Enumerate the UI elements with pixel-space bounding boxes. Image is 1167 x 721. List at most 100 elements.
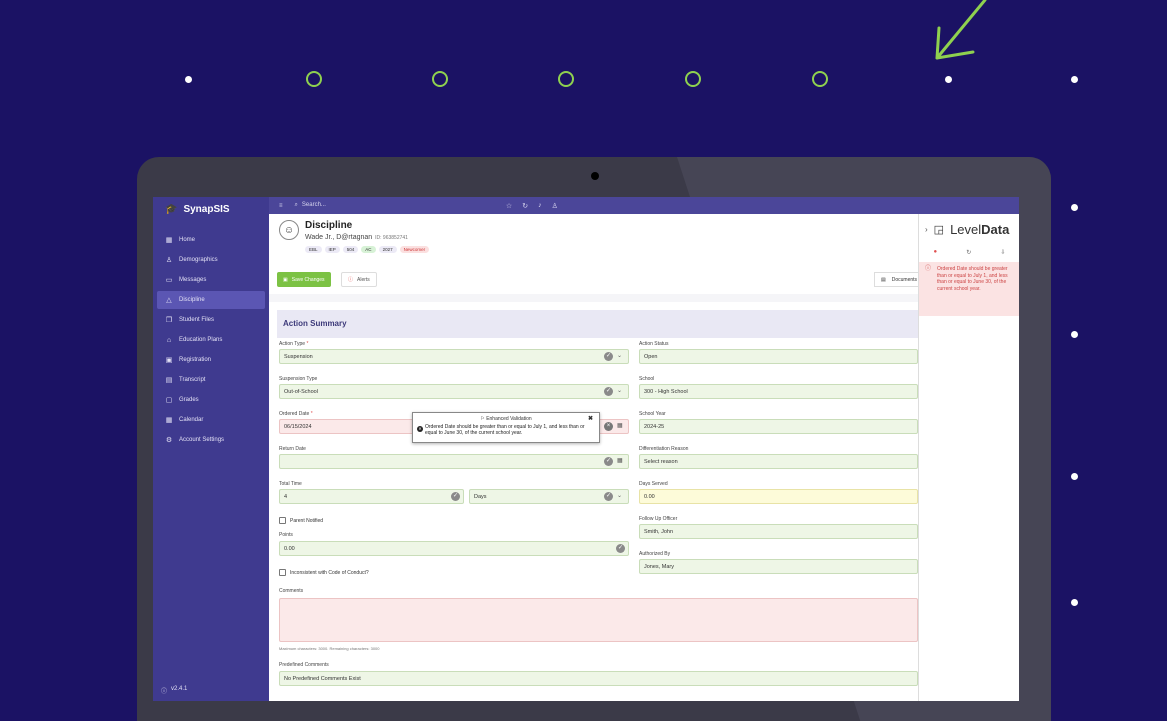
action-type-label: Action Type * [279, 341, 309, 347]
sidebar-item-label: Registration [179, 357, 212, 363]
hamburger-menu-icon[interactable]: ≡ [279, 203, 283, 209]
sidebar-item-messages[interactable]: ▭ Messages [157, 271, 265, 289]
star-icon[interactable]: ☆ [506, 202, 512, 210]
sidebar-item-student-files[interactable]: ❐ Student Files [157, 311, 265, 329]
files-icon: ❐ [165, 317, 173, 324]
sidebar-item-grades[interactable]: ▢ Grades [157, 391, 265, 409]
sidebar-item-transcript[interactable]: ▤ Transcript [157, 371, 265, 389]
close-icon[interactable]: ✖ [588, 415, 593, 422]
sidebar-item-education-plans[interactable]: ⌂ Education Plans [157, 331, 265, 349]
sidebar-item-registration[interactable]: ▣ Registration [157, 351, 265, 369]
follow-up-select[interactable]: Smith, John [639, 524, 918, 539]
panel-header: › ◲ LevelData [919, 214, 1019, 244]
sidebar-item-discipline[interactable]: △ Discipline [157, 291, 265, 309]
comments-textarea[interactable] [279, 598, 918, 642]
brand[interactable]: 🎓 SynapSIS [153, 197, 269, 221]
return-date-label: Return Date [279, 446, 306, 452]
badge-iep: IEP [324, 246, 340, 253]
alert-circle-icon: ⓘ [925, 266, 932, 272]
predefined-comments-label: Predefined Comments [279, 662, 329, 668]
decor-dot [1071, 599, 1078, 606]
app-screen: 🎓 SynapSIS ▦ Home ♙ Demographics ▭ Messages… [153, 197, 1019, 701]
clear-icon[interactable]: × [604, 422, 613, 431]
document-icon: ▤ [881, 276, 886, 283]
laptop-frame: 🎓 SynapSIS ▦ Home ♙ Demographics ▭ Messages… [137, 157, 1051, 721]
chevron-down-icon[interactable]: ⌄ [617, 352, 622, 359]
total-time-label: Total Time [279, 481, 302, 487]
briefcase-icon: ▣ [165, 357, 173, 364]
authorized-label: Authorized By [639, 551, 671, 557]
validation-icon: ⚐ [480, 416, 485, 422]
alert-circle-icon: ⓘ [348, 277, 354, 283]
parent-notified-label: Parent Notified [290, 517, 324, 524]
brand-name: SynapSIS [183, 203, 230, 215]
nav-list: ▦ Home ♙ Demographics ▭ Messages △ Disciplin… [153, 231, 269, 449]
inconsistent-label: Inconsistent with Code of Conduct? [290, 569, 369, 576]
sidebar-item-label: Home [179, 237, 196, 243]
sidebar-item-label: Discipline [179, 297, 205, 303]
sidebar-item-demographics[interactable]: ♙ Demographics [157, 251, 265, 269]
action-type-select[interactable]: Suspension [279, 349, 629, 364]
chevron-down-icon[interactable]: ⌄ [617, 387, 622, 394]
points-input[interactable]: 0.00 [279, 541, 629, 556]
search-input[interactable]: ⌕ Search... [295, 202, 326, 209]
settings-user-icon: ⚙ [165, 437, 173, 444]
diff-reason-select[interactable]: Select reason [639, 454, 918, 469]
pin-tab-icon[interactable]: ⇩ [1000, 249, 1005, 256]
popup-message: Ordered Date should be greater than or e… [425, 424, 585, 437]
checkbox-box[interactable] [279, 569, 286, 576]
document-icon: ▤ [165, 377, 173, 384]
return-date-input[interactable] [279, 454, 629, 469]
chevron-down-icon[interactable]: ⌄ [617, 492, 622, 499]
action-status-select[interactable]: Open [639, 349, 918, 364]
parent-notified-checkbox[interactable]: Parent Notified [279, 517, 323, 524]
badges: EBL IEP 504 AC 2027 Newcomer [305, 246, 430, 253]
valid-check-icon: ✓ [616, 544, 625, 553]
total-time-input[interactable]: 4 [279, 489, 464, 504]
inconsistent-checkbox[interactable]: Inconsistent with Code of Conduct? [279, 569, 369, 576]
calendar-icon[interactable]: ▦ [617, 422, 623, 429]
info-icon: ⓘ [161, 689, 168, 695]
alerts-button[interactable]: ⓘ Alerts [341, 272, 377, 287]
grid-icon: ▦ [165, 237, 173, 244]
version: ⓘ v2.4.1 [161, 686, 187, 695]
documents-button[interactable]: ▤ Documents [874, 272, 918, 287]
user-icon[interactable]: ♙ [552, 202, 558, 210]
history-icon[interactable]: ↻ [522, 202, 528, 210]
sidebar-item-home[interactable]: ▦ Home [157, 231, 265, 249]
school-label: School [639, 376, 655, 382]
sidebar-item-label: Education Plans [179, 337, 223, 343]
bell-icon[interactable]: ♪ [538, 202, 542, 210]
checkbox-box[interactable] [279, 517, 286, 524]
decor-ring [685, 71, 701, 87]
badge-504: 504 [342, 246, 359, 253]
suspension-type-select[interactable]: Out-of-School [279, 384, 629, 399]
avatar: ☺ [279, 220, 299, 240]
badge-ebl: EBL [305, 246, 322, 253]
school-year-select[interactable]: 2024-25 [639, 419, 918, 434]
refresh-tab-icon[interactable]: ↻ [966, 249, 971, 256]
alerts-label: Alerts [357, 276, 370, 283]
valid-check-icon: ✓ [604, 492, 613, 501]
panel-alert: ⓘ Ordered Date should be greater than or… [919, 262, 1019, 316]
divider [269, 294, 918, 302]
search-icon: ⌕ [294, 202, 298, 208]
authorized-select[interactable]: Jones, Mary [639, 559, 918, 574]
follow-up-label: Follow Up Officer [639, 516, 678, 522]
sidebar-item-account-settings[interactable]: ⚙ Account Settings [157, 431, 265, 449]
sidebar-item-label: Transcript [179, 377, 206, 383]
sidebar-item-label: Messages [179, 277, 207, 283]
sidebar-item-calendar[interactable]: ▦ Calendar [157, 411, 265, 429]
student-info: Wade Jr., D@rtagnan ID: 963852741 [305, 234, 408, 241]
save-button[interactable]: ▣ Save Changes [277, 272, 331, 287]
errors-tab-icon[interactable]: ● [934, 249, 938, 255]
suspension-type-label: Suspension Type [279, 376, 318, 382]
badge-year: 2027 [378, 246, 397, 253]
chevron-right-icon[interactable]: › [925, 225, 928, 234]
days-served-input[interactable]: 0.00 [639, 489, 918, 504]
badge-ac: AC [361, 246, 376, 253]
student-name: Wade Jr., D@rtagnan [305, 234, 373, 241]
predefined-comments-select[interactable]: No Predefined Comments Exist [279, 671, 918, 686]
calendar-icon[interactable]: ▦ [617, 457, 623, 464]
school-select[interactable]: 300 - High School [639, 384, 918, 399]
